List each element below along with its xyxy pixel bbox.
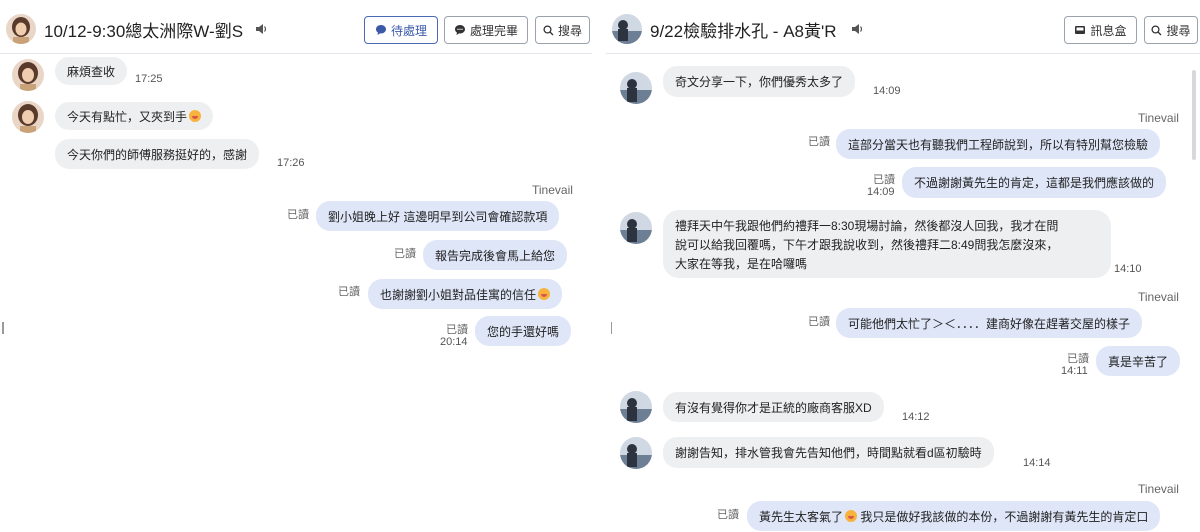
read-status: 已讀 xyxy=(873,174,895,186)
message-bubble: 有沒有覺得你才是正統的廠商客服XD xyxy=(663,392,884,422)
left-chat-panel: 10/12-9:30總太洲際W-劉S 待處理 處理完畢 搜尋 麻煩查收 17:2… xyxy=(0,0,592,532)
message-time: 17:25 xyxy=(135,73,163,85)
pending-label: 待處理 xyxy=(390,23,427,38)
read-status: 已讀 xyxy=(394,248,416,260)
message-time: 14:10 xyxy=(1114,263,1142,275)
contact-avatar[interactable] xyxy=(620,437,652,469)
done-button[interactable]: 處理完畢 xyxy=(444,16,528,44)
read-status: 已讀 xyxy=(446,324,468,336)
search-icon xyxy=(1151,24,1162,35)
reply-bubble: 不過謝謝黃先生的肯定，這都是我們應該做的 xyxy=(902,167,1167,198)
reply-text: 黃先生太客氣了 xyxy=(759,509,844,524)
speaker-icon[interactable] xyxy=(850,22,864,36)
sender-name: Tinevail xyxy=(532,183,573,197)
chat-bubble-icon xyxy=(375,25,386,35)
search-icon xyxy=(543,24,554,35)
contact-avatar[interactable] xyxy=(12,59,44,91)
message-time: 17:26 xyxy=(277,157,305,169)
message-time: 14:12 xyxy=(902,411,930,423)
scrollbar[interactable] xyxy=(1192,70,1196,160)
message-time: 14:09 xyxy=(873,85,901,97)
contact-avatar[interactable] xyxy=(620,391,652,423)
reply-bubble: 報告完成後會馬上給您 xyxy=(423,240,568,270)
search-label: 搜尋 xyxy=(557,23,582,38)
reply-bubble: 這部分當天也有聽我們工程師說到，所以有特別幫您檢驗 xyxy=(836,129,1161,159)
contact-avatar[interactable] xyxy=(12,101,44,133)
reply-bubble: 可能他們太忙了＞＜．．．．建商好像在趕著交屋的樣子 xyxy=(836,308,1143,338)
chat-dots-icon xyxy=(454,25,465,35)
message-time: 14:09 xyxy=(867,186,895,198)
right-chat-panel: 9/22檢驗排水孔 - A8黃'R 訊息盒 搜尋 奇文分享一下，你們優秀太多了 … xyxy=(606,0,1200,532)
speaker-icon[interactable] xyxy=(254,22,268,36)
message-time: 20:14 xyxy=(440,336,468,348)
message-time: 14:11 xyxy=(1061,365,1088,377)
read-status: 已讀 xyxy=(717,509,739,521)
message-bubble: 禮拜天中午我跟他們約禮拜一8:30現場討論，然後都沒人回我，我才在問 說可以給我… xyxy=(663,210,1111,278)
message-bubble: 麻煩查收 xyxy=(55,57,128,85)
reply-bubble: 黃先生太客氣了 我只是做好我該做的本份，不過謝謝有黃先生的肯定口 xyxy=(747,501,1161,531)
read-status: 已讀 xyxy=(808,316,830,328)
read-status: 已讀 xyxy=(1067,353,1089,365)
search-button[interactable]: 搜尋 xyxy=(1144,16,1198,44)
reply-bubble: 劉小姐晚上好 這邊明早到公司會確認款項 xyxy=(316,201,560,231)
smile-emoji-icon xyxy=(538,288,551,300)
done-label: 處理完畢 xyxy=(469,23,518,38)
contact-avatar[interactable] xyxy=(620,72,652,104)
chat-title: 10/12-9:30總太洲際W-劉S xyxy=(44,22,244,41)
message-line: 說可以給我回覆嗎，下午才跟我說收到，然後禮拜二8:49問我怎麼沒來， xyxy=(675,238,1059,252)
pending-button[interactable]: 待處理 xyxy=(364,16,438,44)
resize-handle[interactable] xyxy=(2,322,4,334)
reply-text: 我只是做好我該做的本份，不過謝謝有黃先生的肯定口 xyxy=(860,509,1149,524)
laughing-emoji-icon xyxy=(189,110,202,122)
message-bubble: 奇文分享一下，你們優秀太多了 xyxy=(663,66,856,97)
inbox-label: 訊息盒 xyxy=(1090,23,1127,38)
chat-header: 10/12-9:30總太洲際W-劉S 待處理 處理完畢 搜尋 xyxy=(0,0,592,54)
sender-name: Tinevail xyxy=(1138,482,1179,496)
chat-header: 9/22檢驗排水孔 - A8黃'R 訊息盒 搜尋 xyxy=(606,0,1200,54)
reply-bubble: 也謝謝劉小姐對品佳寓的信任 xyxy=(368,279,563,309)
search-label: 搜尋 xyxy=(1166,23,1191,38)
inbox-icon xyxy=(1075,26,1086,34)
contact-avatar[interactable] xyxy=(6,14,36,44)
reply-text: 也謝謝劉小姐對品佳寓的信任 xyxy=(380,287,537,302)
sender-name: Tinevail xyxy=(1138,290,1179,304)
chat-title: 9/22檢驗排水孔 - A8黃'R xyxy=(650,22,837,41)
contact-avatar[interactable] xyxy=(620,212,652,244)
contact-avatar[interactable] xyxy=(612,14,642,44)
sender-name: Tinevail xyxy=(1138,111,1179,125)
message-bubble: 謝謝告知，排水管我會先告知他們，時間點就看d區初驗時 xyxy=(663,437,994,468)
message-time: 14:14 xyxy=(1023,457,1051,469)
search-button[interactable]: 搜尋 xyxy=(535,16,590,44)
message-bubble: 今天有點忙，又夾到手 xyxy=(55,102,214,130)
inbox-button[interactable]: 訊息盒 xyxy=(1064,16,1137,44)
read-status: 已讀 xyxy=(287,209,309,221)
read-status: 已讀 xyxy=(338,286,360,298)
reply-bubble: 真是辛苦了 xyxy=(1096,346,1181,376)
reply-bubble: 您的手還好嗎 xyxy=(475,316,572,346)
message-bubble: 今天你們的師傅服務挺好的，感謝 xyxy=(55,139,260,169)
message-line: 禮拜天中午我跟他們約禮拜一8:30現場討論，然後都沒人回我，我才在問 xyxy=(675,219,1059,233)
read-status: 已讀 xyxy=(808,136,830,148)
message-line: 大家在等我，是在哈囉嗎 xyxy=(675,257,808,271)
resize-handle[interactable] xyxy=(611,322,612,334)
smile-emoji-icon xyxy=(845,510,858,522)
message-text: 今天有點忙，又夾到手 xyxy=(67,109,188,124)
